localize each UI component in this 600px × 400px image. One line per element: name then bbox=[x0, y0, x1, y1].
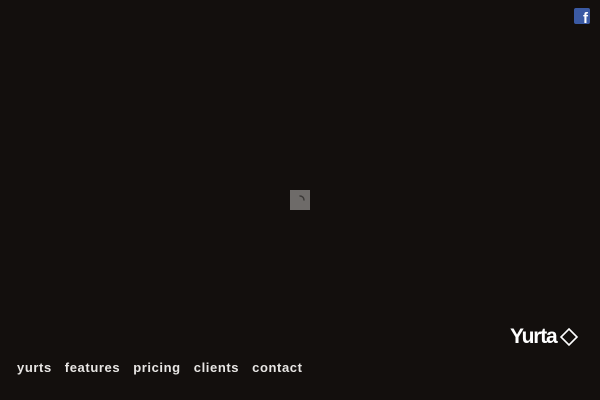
nav-item-yurts[interactable]: yurts bbox=[17, 360, 52, 376]
brand-logo[interactable]: Yurta bbox=[510, 325, 579, 349]
nav-item-clients[interactable]: clients bbox=[194, 360, 239, 376]
loading-indicator bbox=[290, 190, 310, 210]
main-nav: yurts features pricing clients contact bbox=[17, 360, 303, 376]
facebook-icon: f bbox=[583, 10, 588, 24]
nav-item-contact[interactable]: contact bbox=[252, 360, 302, 376]
facebook-link[interactable]: f bbox=[574, 8, 590, 24]
brand-name: Yurta bbox=[510, 325, 558, 348]
diamond-icon bbox=[559, 327, 578, 347]
nav-item-features[interactable]: features bbox=[65, 360, 120, 376]
nav-item-pricing[interactable]: pricing bbox=[133, 360, 181, 376]
page: f Yurta yurts features pricing clients c… bbox=[0, 0, 600, 400]
loading-spinner-icon bbox=[299, 195, 305, 201]
